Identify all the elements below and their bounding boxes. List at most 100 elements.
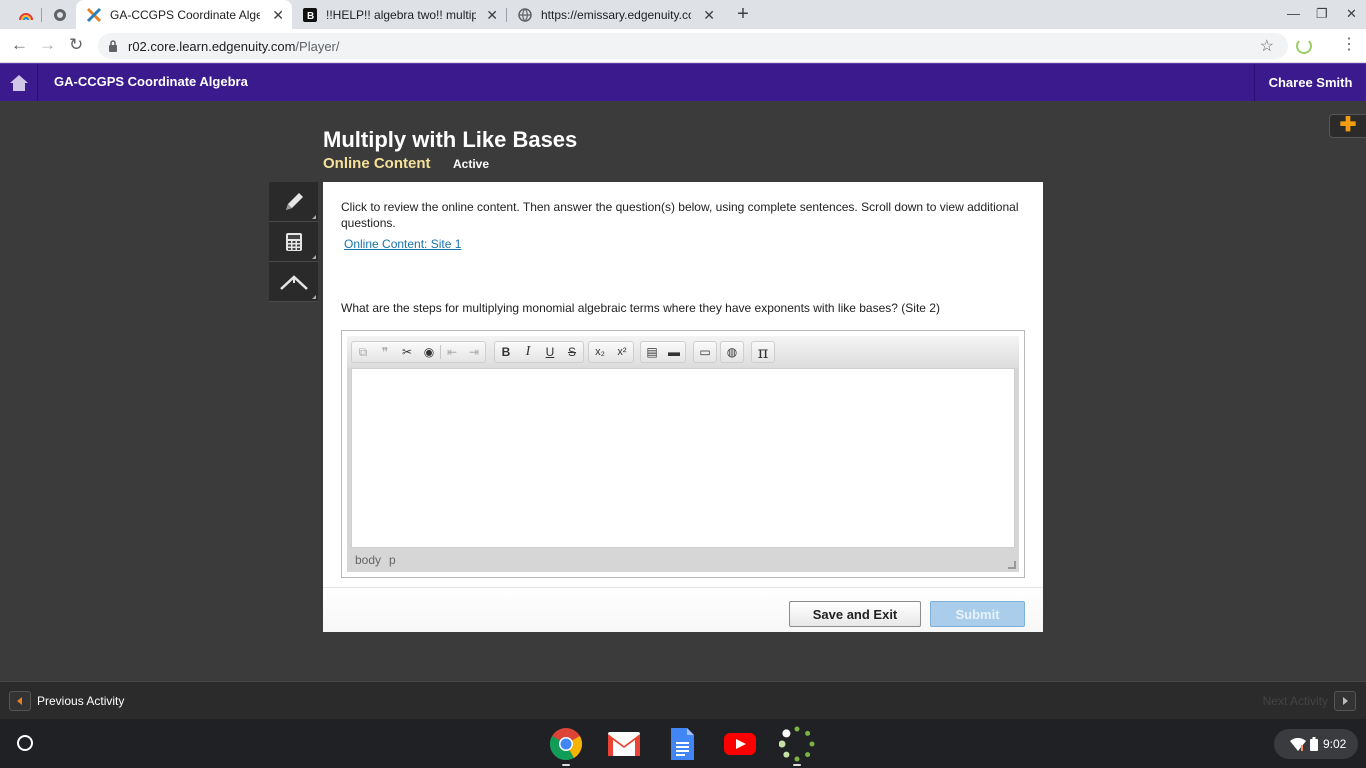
pencil-tool-button[interactable]	[269, 182, 318, 222]
bookmark-star-icon[interactable]: ☆	[1260, 36, 1274, 56]
home-button[interactable]	[0, 64, 38, 101]
submit-button[interactable]: Submit	[930, 601, 1025, 627]
svg-text:B: B	[307, 11, 314, 22]
close-tab-icon[interactable]: ✕	[272, 7, 284, 24]
question-text: What are the steps for multiplying monom…	[341, 301, 940, 315]
new-tab-icon[interactable]: +	[733, 4, 753, 24]
insert-group: ▤ ▬	[640, 341, 686, 363]
underline-icon[interactable]: U	[539, 342, 561, 362]
highlighter-tool-button[interactable]	[269, 262, 318, 302]
brainly-icon: B	[302, 7, 318, 23]
previous-arrow-icon[interactable]	[9, 691, 31, 711]
italic-icon[interactable]: I	[517, 342, 539, 362]
rainbow-icon	[18, 7, 34, 23]
globe-icon	[52, 7, 68, 23]
instructions-text: Click to review the online content. Then…	[341, 200, 1019, 230]
cut-icon[interactable]: ✂	[396, 342, 418, 362]
save-and-exit-button[interactable]: Save and Exit	[789, 601, 921, 627]
editor-frame: ⧉ ❞ ✂ ◉ ⇤ ⇥ B I U S x₂ x² ▤ ▬ ▭ ◍ π body…	[347, 336, 1019, 572]
edgenuity-icon	[86, 7, 102, 23]
online-content-link[interactable]: Online Content: Site 1	[344, 237, 461, 251]
outdent-icon[interactable]: ⇤	[441, 342, 463, 362]
restore-icon[interactable]: ❐	[1316, 6, 1328, 22]
lock-icon	[108, 39, 118, 52]
close-window-icon[interactable]: ✕	[1346, 6, 1357, 22]
next-arrow-icon[interactable]	[1334, 691, 1356, 711]
path-p[interactable]: p	[389, 553, 396, 567]
record-icon[interactable]: ◉	[418, 342, 440, 362]
activity-nav-bar: Previous Activity Next Activity	[0, 681, 1366, 719]
course-title: GA-CCGPS Coordinate Algebra	[54, 74, 248, 89]
path-body[interactable]: body	[355, 553, 381, 567]
caret-up-icon	[279, 274, 308, 290]
battery-icon	[1310, 737, 1318, 751]
answer-editor: ⧉ ❞ ✂ ◉ ⇤ ⇥ B I U S x₂ x² ▤ ▬ ▭ ◍ π body…	[341, 330, 1025, 578]
plus-icon: ✚	[1339, 114, 1357, 136]
subscript-icon[interactable]: x₂	[589, 342, 611, 362]
forward-icon[interactable]: →	[39, 36, 56, 54]
indent-icon[interactable]: ⇥	[463, 342, 485, 362]
activity-card: Click to review the online content. Then…	[323, 182, 1043, 632]
table-icon[interactable]: ▤	[641, 342, 663, 362]
quote-icon[interactable]: ❞	[374, 342, 396, 362]
activity-subtitle: Online Content	[323, 155, 431, 172]
user-name[interactable]: Charee Smith	[1254, 64, 1366, 101]
resize-grip-icon[interactable]	[1008, 561, 1016, 569]
next-activity-link[interactable]: Next Activity	[1263, 694, 1328, 708]
youtube-app-icon[interactable]	[722, 727, 758, 761]
activity-status: Active	[453, 157, 490, 171]
browser-tab-2[interactable]	[42, 0, 76, 29]
browser-tab-emissary[interactable]: https://emissary.edgenuity.com/ ✕	[507, 0, 723, 29]
plus-button[interactable]: ✚	[1329, 114, 1366, 138]
status-tray[interactable]: 9:02	[1274, 729, 1358, 759]
close-tab-icon[interactable]: ✕	[703, 7, 715, 24]
activity-title: Multiply with Like Bases	[323, 127, 578, 152]
home-icon	[9, 74, 28, 91]
bold-icon[interactable]: B	[495, 342, 517, 362]
reload-icon[interactable]: ↻	[69, 36, 83, 54]
back-icon[interactable]: ←	[11, 36, 28, 54]
calculator-tool-button[interactable]	[269, 222, 318, 262]
superscript-icon[interactable]: x²	[611, 342, 633, 362]
calculator-icon	[285, 232, 302, 251]
tab-title: GA-CCGPS Coordinate Algebra -	[110, 7, 260, 22]
minimize-icon[interactable]: —	[1287, 6, 1300, 21]
browser-tab-strip: GA-CCGPS Coordinate Algebra - ✕ B !!HELP…	[0, 0, 1366, 29]
close-tab-icon[interactable]: ✕	[486, 7, 498, 24]
script-group: x₂ x²	[588, 341, 634, 363]
copy-icon[interactable]: ⧉	[352, 342, 374, 362]
loading-app-icon[interactable]	[779, 726, 815, 766]
chrome-app-icon[interactable]	[548, 727, 584, 766]
language-group: ◍	[720, 341, 744, 363]
launcher-icon[interactable]	[17, 735, 33, 751]
clock: 9:02	[1323, 737, 1347, 751]
browser-tab-1[interactable]	[8, 0, 42, 29]
tab-title: !!HELP!! algebra two!! multiply a	[326, 7, 476, 22]
card-footer: Save and Exit Submit	[323, 587, 1043, 632]
previous-activity-link[interactable]: Previous Activity	[37, 694, 124, 708]
globe-icon	[517, 7, 533, 23]
math-group: π	[751, 341, 775, 363]
horizontal-rule-icon[interactable]: ▬	[663, 342, 685, 362]
address-bar[interactable]: r02.core.learn.edgenuity.com/Player/ ☆	[98, 33, 1288, 59]
layout-group: ▭	[693, 341, 717, 363]
url-text: r02.core.learn.edgenuity.com/Player/	[128, 39, 340, 54]
gmail-app-icon[interactable]	[606, 727, 642, 761]
strikethrough-icon[interactable]: S	[561, 342, 583, 362]
show-blocks-icon[interactable]: ▭	[694, 342, 716, 362]
editor-toolbar: ⧉ ❞ ✂ ◉ ⇤ ⇥ B I U S x₂ x² ▤ ▬ ▭ ◍ π	[347, 336, 1019, 368]
os-shelf: 9:02	[0, 719, 1366, 768]
answer-textarea[interactable]	[351, 368, 1015, 548]
main-area: Multiply with Like Bases Online Content …	[0, 101, 1366, 681]
globe-icon[interactable]: ◍	[721, 342, 743, 362]
extension-icon[interactable]	[1296, 38, 1312, 54]
docs-app-icon[interactable]	[664, 727, 700, 761]
tool-palette	[269, 182, 318, 302]
browser-tab-brainly[interactable]: B !!HELP!! algebra two!! multiply a ✕	[292, 0, 506, 29]
browser-menu-icon[interactable]: ⋮	[1341, 35, 1357, 55]
browser-tab-active[interactable]: GA-CCGPS Coordinate Algebra - ✕	[76, 0, 292, 29]
pi-icon[interactable]: π	[752, 342, 774, 362]
clipboard-group: ⧉ ❞ ✂ ◉ ⇤ ⇥	[351, 341, 486, 363]
app-header: GA-CCGPS Coordinate Algebra Charee Smith	[0, 63, 1366, 101]
tab-title: https://emissary.edgenuity.com/	[541, 7, 691, 22]
